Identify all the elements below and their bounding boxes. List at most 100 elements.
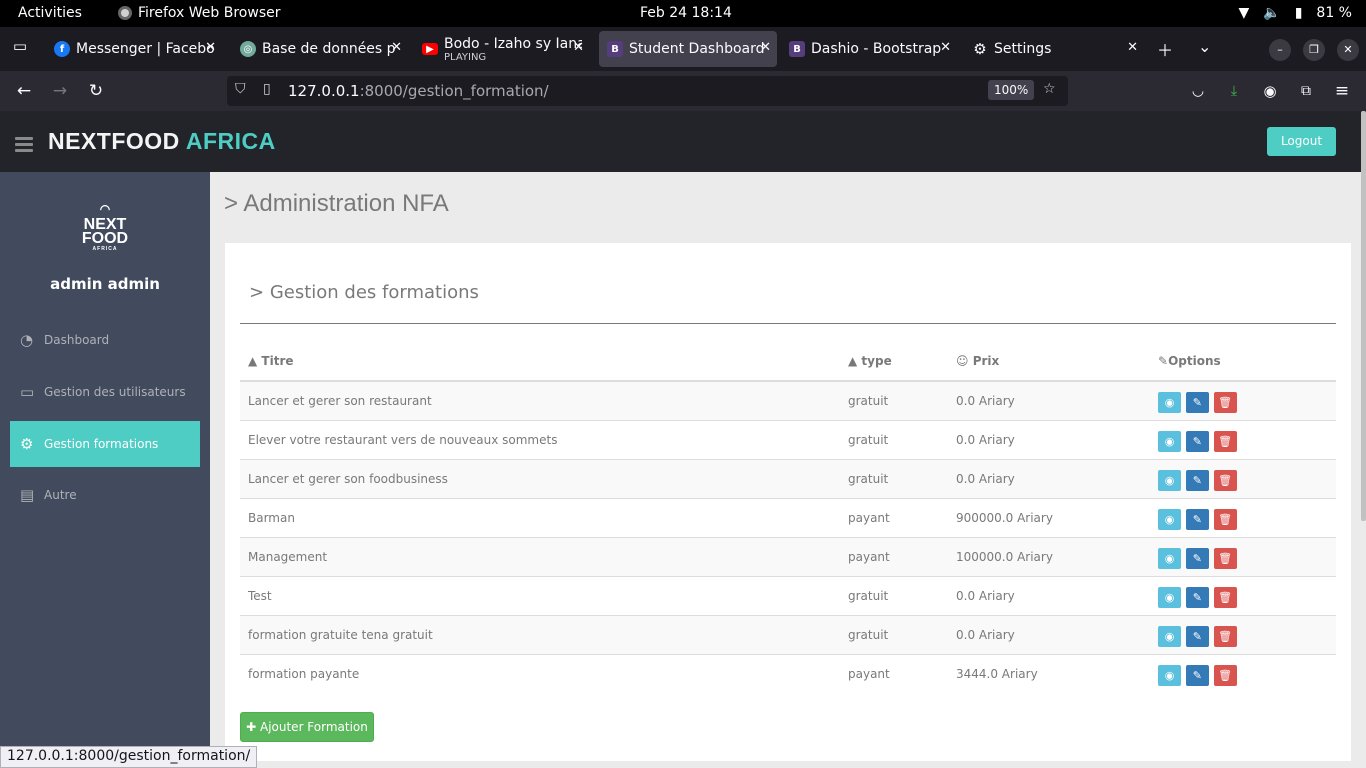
sidebar-item-formations[interactable]: ⚙ Gestion formations bbox=[10, 421, 200, 467]
eye-icon: ◉ bbox=[1164, 474, 1175, 487]
pocket-icon[interactable]: ◡ bbox=[1186, 79, 1210, 103]
restore-icon[interactable]: ❐ bbox=[1303, 39, 1325, 61]
view-button[interactable]: ◉ bbox=[1158, 431, 1181, 452]
eye-icon: ◉ bbox=[1164, 591, 1175, 604]
brand-logo[interactable]: NEXTFOOD AFRICA bbox=[48, 128, 276, 155]
reload-icon[interactable]: ↻ bbox=[84, 79, 108, 103]
delete-button[interactable]: 🗑 bbox=[1213, 431, 1237, 452]
minimize-icon[interactable]: – bbox=[1269, 39, 1291, 61]
table-row: formation gratuite tena gratuit gratuit 0.… bbox=[240, 614, 1336, 654]
tab-list-icon[interactable]: ▭ bbox=[8, 37, 32, 61]
cell-type: gratuit bbox=[840, 419, 948, 459]
view-button[interactable]: ◉ bbox=[1158, 587, 1181, 608]
cell-options: ◉ ✎ 🗑 bbox=[1150, 536, 1336, 576]
delete-button[interactable]: 🗑 bbox=[1213, 392, 1237, 414]
view-button[interactable]: ◉ bbox=[1158, 548, 1181, 569]
new-tab-icon[interactable]: ＋ bbox=[1157, 37, 1173, 61]
tab-chatgpt[interactable]: ◎ Base de données p ✕ bbox=[232, 31, 408, 67]
menu-icon[interactable]: ≡ bbox=[1330, 79, 1354, 103]
tab-settings[interactable]: ⚙ Settings ✕ bbox=[964, 31, 1144, 67]
page-icon[interactable]: ▯ bbox=[263, 81, 271, 97]
battery-percent: 81 % bbox=[1316, 5, 1352, 21]
logout-button[interactable]: Logout bbox=[1267, 127, 1336, 156]
account-icon[interactable]: ◉ bbox=[1258, 79, 1282, 103]
pencil-icon: ✎ bbox=[1192, 552, 1202, 565]
delete-button[interactable]: 🗑 bbox=[1213, 470, 1237, 491]
trash-icon: 🗑 bbox=[1218, 552, 1233, 565]
view-button[interactable]: ◉ bbox=[1158, 626, 1181, 647]
activities-button[interactable]: Activities bbox=[18, 5, 82, 21]
table-row: Lancer et gerer son restaurant gratuit 0.0… bbox=[240, 380, 1336, 420]
forward-icon[interactable]: → bbox=[48, 79, 72, 103]
close-icon[interactable]: ✕ bbox=[1127, 40, 1138, 55]
app-menu[interactable]: Firefox Web Browser bbox=[118, 5, 281, 21]
shield-icon[interactable]: ⛉ bbox=[235, 81, 246, 97]
smile-icon: ☺ bbox=[956, 353, 969, 368]
wifi-icon: ▼ bbox=[1238, 5, 1250, 21]
system-tray[interactable]: ▼ 🔈 ▮ 81 % bbox=[1238, 5, 1352, 21]
view-button[interactable]: ◉ bbox=[1158, 392, 1181, 414]
edit-button[interactable]: ✎ bbox=[1185, 431, 1209, 452]
app-header: NEXTFOOD AFRICA Logout bbox=[0, 111, 1366, 172]
tab-messenger[interactable]: f Messenger | Facebook ✕ bbox=[46, 31, 222, 67]
tab-student-dashboard[interactable]: B Student Dashboard ✕ bbox=[599, 31, 777, 67]
edit-icon: ✎ bbox=[1158, 353, 1169, 368]
cell-type: payant bbox=[840, 653, 948, 693]
zoom-level[interactable]: 100% bbox=[988, 80, 1035, 100]
trash-icon: 🗑 bbox=[1218, 396, 1233, 410]
trash-icon: 🗑 bbox=[1218, 435, 1233, 448]
delete-button[interactable]: 🗑 bbox=[1213, 509, 1237, 530]
close-icon[interactable]: ✕ bbox=[205, 40, 216, 55]
edit-button[interactable]: ✎ bbox=[1185, 665, 1209, 687]
delete-button[interactable]: 🗑 bbox=[1213, 548, 1237, 569]
clock[interactable]: Feb 24 18:14 bbox=[640, 5, 732, 21]
tab-dashio[interactable]: B Dashio - Bootstrap ✕ bbox=[781, 31, 957, 67]
close-window-icon[interactable]: ✕ bbox=[1337, 39, 1359, 61]
url-bar[interactable]: ⛉ ▯ 127.0.0.1:8000/gestion_formation/ 10… bbox=[227, 76, 1068, 106]
edit-button[interactable]: ✎ bbox=[1185, 626, 1209, 647]
download-icon[interactable]: ⤓ bbox=[1222, 79, 1246, 103]
chevron-down-icon[interactable]: ⌄ bbox=[1198, 37, 1211, 56]
edit-button[interactable]: ✎ bbox=[1185, 548, 1209, 569]
sidebar-item-users[interactable]: ▭ Gestion des utilisateurs bbox=[10, 369, 200, 415]
edit-button[interactable]: ✎ bbox=[1185, 470, 1209, 491]
cell-titre: Management bbox=[240, 536, 840, 576]
trash-icon: 🗑 bbox=[1218, 591, 1233, 604]
close-icon[interactable]: ✕ bbox=[940, 40, 951, 55]
star-icon[interactable]: ☆ bbox=[1043, 81, 1056, 97]
view-button[interactable]: ◉ bbox=[1158, 665, 1181, 687]
cell-options: ◉ ✎ 🗑 bbox=[1150, 653, 1336, 693]
tab-youtube[interactable]: ▶ Bodo - Izaho sy Iana PLAYING ✕ bbox=[414, 31, 590, 67]
delete-button[interactable]: 🗑 bbox=[1213, 665, 1237, 687]
username: admin admin bbox=[50, 275, 160, 293]
edit-button[interactable]: ✎ bbox=[1185, 392, 1209, 414]
signal-waves-icon: ◠ bbox=[99, 202, 111, 216]
table-row: Lancer et gerer son foodbusiness gratuit 0… bbox=[240, 458, 1336, 498]
delete-button[interactable]: 🗑 bbox=[1213, 626, 1237, 647]
extensions-icon[interactable]: ⧉ bbox=[1294, 79, 1318, 103]
sidebar-item-autre[interactable]: ▤ Autre bbox=[10, 472, 200, 518]
edit-button[interactable]: ✎ bbox=[1185, 509, 1209, 530]
delete-button[interactable]: 🗑 bbox=[1213, 587, 1237, 608]
divider bbox=[240, 323, 1336, 324]
url-text[interactable]: 127.0.0.1:8000/gestion_formation/ bbox=[288, 82, 549, 100]
formations-panel: > Gestion des formations ▲ Titre ▲ type … bbox=[225, 243, 1351, 761]
cell-options: ◉ ✎ 🗑 bbox=[1150, 575, 1336, 615]
close-icon[interactable]: ✕ bbox=[760, 40, 771, 55]
cell-options: ◉ ✎ 🗑 bbox=[1150, 419, 1336, 459]
sidebar-item-dashboard[interactable]: ◔ Dashboard bbox=[10, 317, 200, 363]
eye-icon: ◉ bbox=[1164, 552, 1175, 565]
hamburger-icon[interactable] bbox=[15, 137, 33, 155]
close-icon[interactable]: ✕ bbox=[573, 40, 584, 55]
add-formation-button[interactable]: ✚ Ajouter Formation bbox=[240, 712, 374, 742]
back-icon[interactable]: ← bbox=[12, 79, 36, 103]
edit-button[interactable]: ✎ bbox=[1185, 587, 1209, 608]
page-scrollbar[interactable] bbox=[1361, 111, 1366, 521]
pencil-icon: ✎ bbox=[1192, 435, 1202, 448]
cell-prix: 900000.0 Ariary bbox=[948, 497, 1150, 537]
close-icon[interactable]: ✕ bbox=[391, 40, 402, 55]
pencil-icon: ✎ bbox=[1192, 474, 1202, 487]
view-button[interactable]: ◉ bbox=[1158, 509, 1181, 530]
facebook-icon: f bbox=[54, 41, 70, 57]
view-button[interactable]: ◉ bbox=[1158, 470, 1181, 491]
